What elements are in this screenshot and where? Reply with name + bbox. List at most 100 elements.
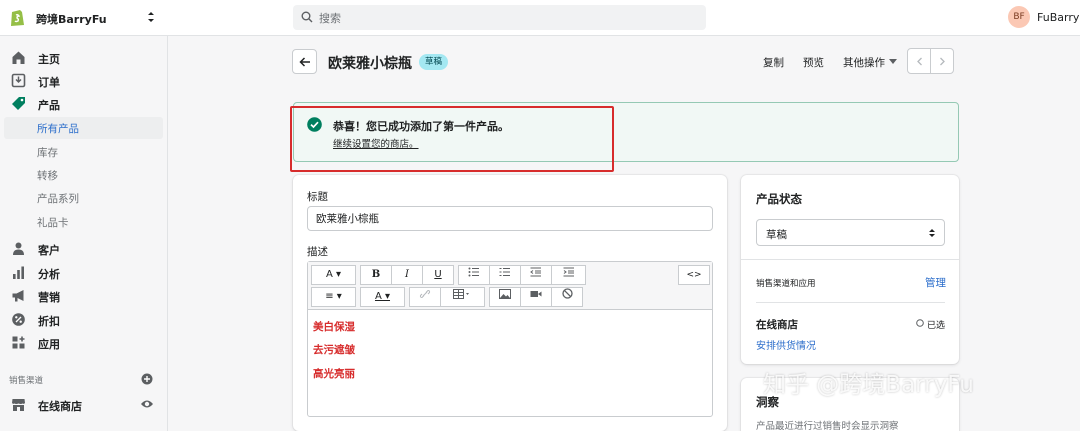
online-store-channel: 在线商店 [756, 319, 798, 331]
manage-link[interactable]: 管理 [925, 275, 946, 290]
description-line: 美白保湿 [313, 321, 355, 333]
align-button[interactable]: ≡ ▾ [311, 287, 356, 307]
description-editor[interactable]: A ▾ B I U <> ≡ ▾ A ▾ 美白保湿 去污遮皱 高光亮丽 [307, 261, 713, 417]
underline-button[interactable]: U [422, 265, 454, 285]
chevron-left-icon [917, 57, 922, 66]
chevron-right-icon [940, 57, 945, 66]
empty-circle-icon [916, 319, 924, 327]
watermark: 知乎 @跨境BarryFu [763, 372, 974, 398]
avatar[interactable]: BF [1008, 6, 1030, 28]
orders-icon [11, 73, 26, 88]
caret-down-icon [889, 59, 897, 64]
divider [741, 259, 959, 260]
link-icon [419, 289, 431, 299]
sidebar-item-customers[interactable]: 客户 [0, 238, 168, 260]
sidebar-subitem-transfers[interactable]: 转移 [4, 164, 163, 186]
sidebar-subitem-gift-cards[interactable]: 礼品卡 [4, 211, 163, 233]
highlight-annotation-box [290, 106, 614, 172]
search-placeholder: 搜索 [319, 12, 341, 25]
sidebar-item-label: 客户 [38, 244, 60, 257]
sidebar-item-orders[interactable]: 订单 [0, 70, 168, 92]
shopify-logo-icon [11, 10, 24, 26]
top-bar: 跨境BarryFu 搜索 BF FuBarry [0, 0, 1080, 36]
sales-channels-heading: 销售渠道 [9, 376, 44, 386]
sidebar-item-label: 营销 [38, 291, 60, 304]
selector-icon[interactable] [145, 9, 157, 25]
more-actions-button[interactable]: 其他操作 [843, 55, 885, 70]
schedule-availability-link[interactable]: 安排供货情况 [756, 337, 816, 352]
video-button[interactable] [520, 287, 552, 307]
outdent-button[interactable] [520, 265, 552, 285]
duplicate-button[interactable]: 复制 [763, 55, 784, 70]
bar-chart-icon [13, 266, 24, 279]
editor-toolbar: A ▾ B I U <> ≡ ▾ A ▾ [308, 262, 712, 310]
table-icon [452, 289, 469, 299]
megaphone-icon [12, 290, 24, 302]
apps-icon [12, 336, 25, 349]
italic-button[interactable]: I [391, 265, 423, 285]
indent-button[interactable] [551, 265, 586, 285]
bullet-list-button[interactable] [458, 265, 490, 285]
product-status-card: 产品状态 草稿 销售渠道和应用 管理 在线商店 已选 安排供货情况 [741, 175, 959, 364]
bold-button[interactable]: B [360, 265, 392, 285]
sidebar-subitem-collections[interactable]: 产品系列 [4, 187, 163, 209]
sidebar-item-label: 应用 [38, 338, 60, 351]
sidebar-item-discounts[interactable]: 折扣 [0, 309, 168, 331]
product-details-card: 标题 描述 A ▾ B I U <> ≡ ▾ A ▾ [293, 175, 727, 431]
html-view-button[interactable]: <> [678, 265, 710, 285]
sidebar-subitem-label: 产品系列 [37, 193, 79, 205]
search-icon [301, 11, 313, 23]
eye-icon[interactable] [140, 398, 154, 410]
outdent-icon [530, 267, 541, 277]
title-input[interactable] [307, 206, 713, 231]
sidebar-subitem-label: 礼品卡 [37, 217, 69, 229]
search-bar[interactable]: 搜索 [293, 5, 706, 30]
sidebar-subitem-label: 库存 [37, 147, 58, 159]
sidebar-item-home[interactable]: 主页 [0, 47, 168, 69]
next-product-button[interactable] [930, 48, 954, 74]
status-select[interactable]: 草稿 [756, 219, 945, 246]
user-name[interactable]: FuBarry [1037, 11, 1079, 24]
product-status-title: 产品状态 [756, 192, 802, 206]
page-title: 欧莱雅小棕瓶 [328, 56, 412, 72]
image-button[interactable] [489, 287, 521, 307]
sidebar-item-label: 产品 [38, 99, 60, 112]
sidebar-subitem-inventory[interactable]: 库存 [4, 141, 163, 163]
sidebar-item-analytics[interactable]: 分析 [0, 262, 168, 284]
clear-format-button[interactable] [551, 287, 583, 307]
sales-channels-label: 销售渠道和应用 [756, 279, 816, 289]
description-line: 去污遮皱 [313, 344, 355, 356]
status-select-value: 草稿 [766, 229, 787, 241]
sidebar-item-marketing[interactable]: 营销 [0, 285, 168, 307]
previous-product-button[interactable] [907, 48, 931, 74]
insights-text: 产品最近进行过销售时会显示洞察 [756, 421, 899, 431]
numbered-list-button[interactable] [489, 265, 521, 285]
title-label: 标题 [307, 191, 328, 203]
table-button[interactable] [440, 287, 485, 307]
arrow-left-icon [299, 57, 310, 67]
image-icon [499, 289, 511, 299]
text-color-button[interactable]: A ▾ [360, 287, 405, 307]
video-icon [530, 291, 542, 297]
store-icon [12, 399, 25, 411]
discount-icon [12, 313, 25, 326]
description-label: 描述 [307, 246, 328, 258]
sidebar-item-label: 折扣 [38, 315, 60, 328]
status-badge: 草稿 [419, 54, 449, 70]
sidebar-item-products[interactable]: 产品 [0, 93, 168, 115]
link-button[interactable] [409, 287, 441, 307]
sidebar-item-label: 订单 [38, 76, 60, 89]
tag-icon [12, 97, 25, 110]
sidebar-item-apps[interactable]: 应用 [0, 332, 168, 354]
add-channel-icon[interactable] [141, 373, 153, 385]
sidebar-subitem-all-products[interactable]: 所有产品 [4, 117, 163, 139]
sidebar-item-label: 分析 [38, 268, 60, 281]
store-name[interactable]: 跨境BarryFu [36, 11, 107, 27]
home-icon [12, 51, 25, 64]
font-style-button[interactable]: A ▾ [311, 265, 356, 285]
person-icon [13, 242, 24, 255]
preview-button[interactable]: 预览 [803, 55, 824, 70]
back-button[interactable] [292, 49, 317, 74]
sidebar-subitem-label: 转移 [37, 170, 58, 182]
bullet-list-icon [468, 267, 479, 277]
